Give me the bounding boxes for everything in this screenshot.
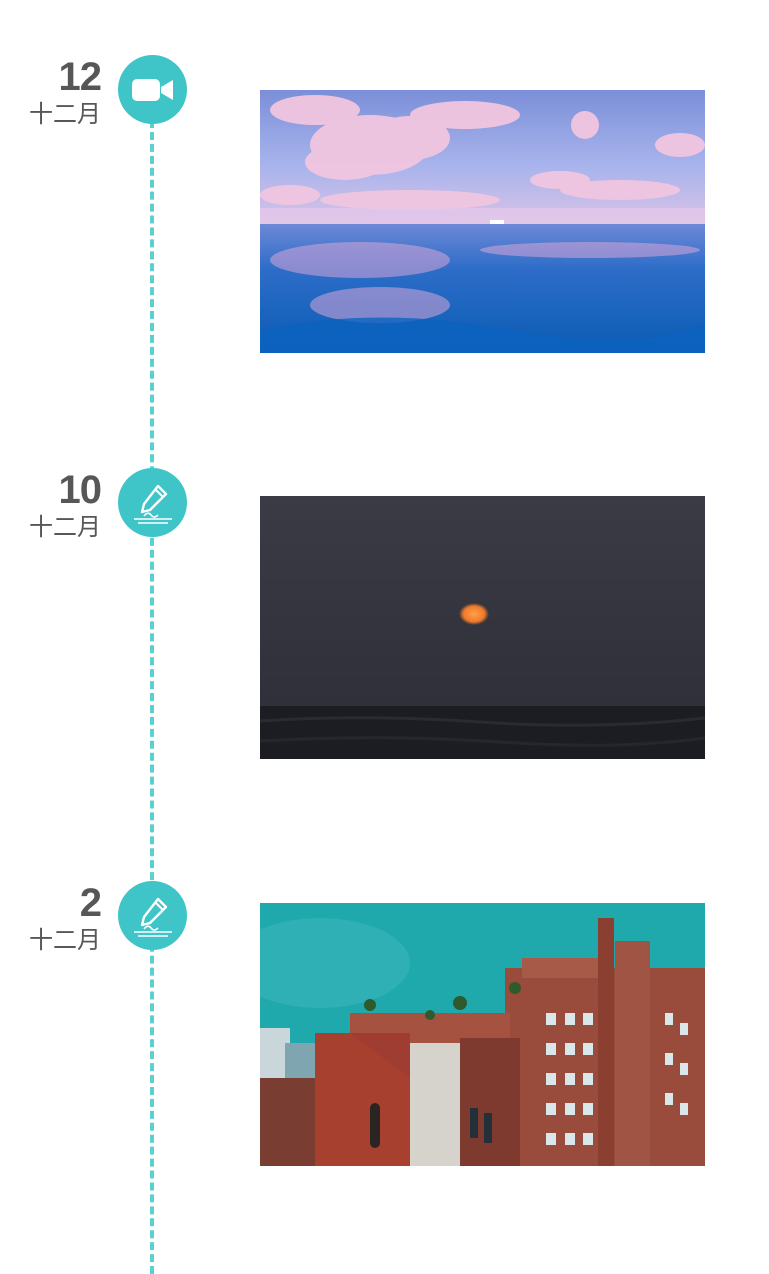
- timeline: 12 十二月 10 十二月 2 十二月: [0, 0, 769, 1274]
- entry-photo-ocean[interactable]: [260, 90, 705, 353]
- timeline-entry: 2 十二月: [0, 881, 769, 1241]
- video-camera-icon[interactable]: [118, 55, 187, 124]
- entry-month: 十二月: [29, 927, 101, 954]
- pen-note-icon[interactable]: [118, 468, 187, 537]
- pen-note-icon[interactable]: [118, 881, 187, 950]
- entry-photo-dusk-sea[interactable]: [260, 496, 705, 759]
- timeline-entry: 10 十二月: [0, 468, 769, 828]
- entry-photo-buildings[interactable]: [260, 903, 705, 1166]
- entry-day: 2: [79, 881, 102, 925]
- entry-day: 10: [58, 468, 102, 512]
- entry-month: 十二月: [29, 101, 101, 128]
- entry-month: 十二月: [29, 514, 101, 541]
- entry-day: 12: [58, 55, 102, 99]
- timeline-entry: 12 十二月: [0, 55, 769, 415]
